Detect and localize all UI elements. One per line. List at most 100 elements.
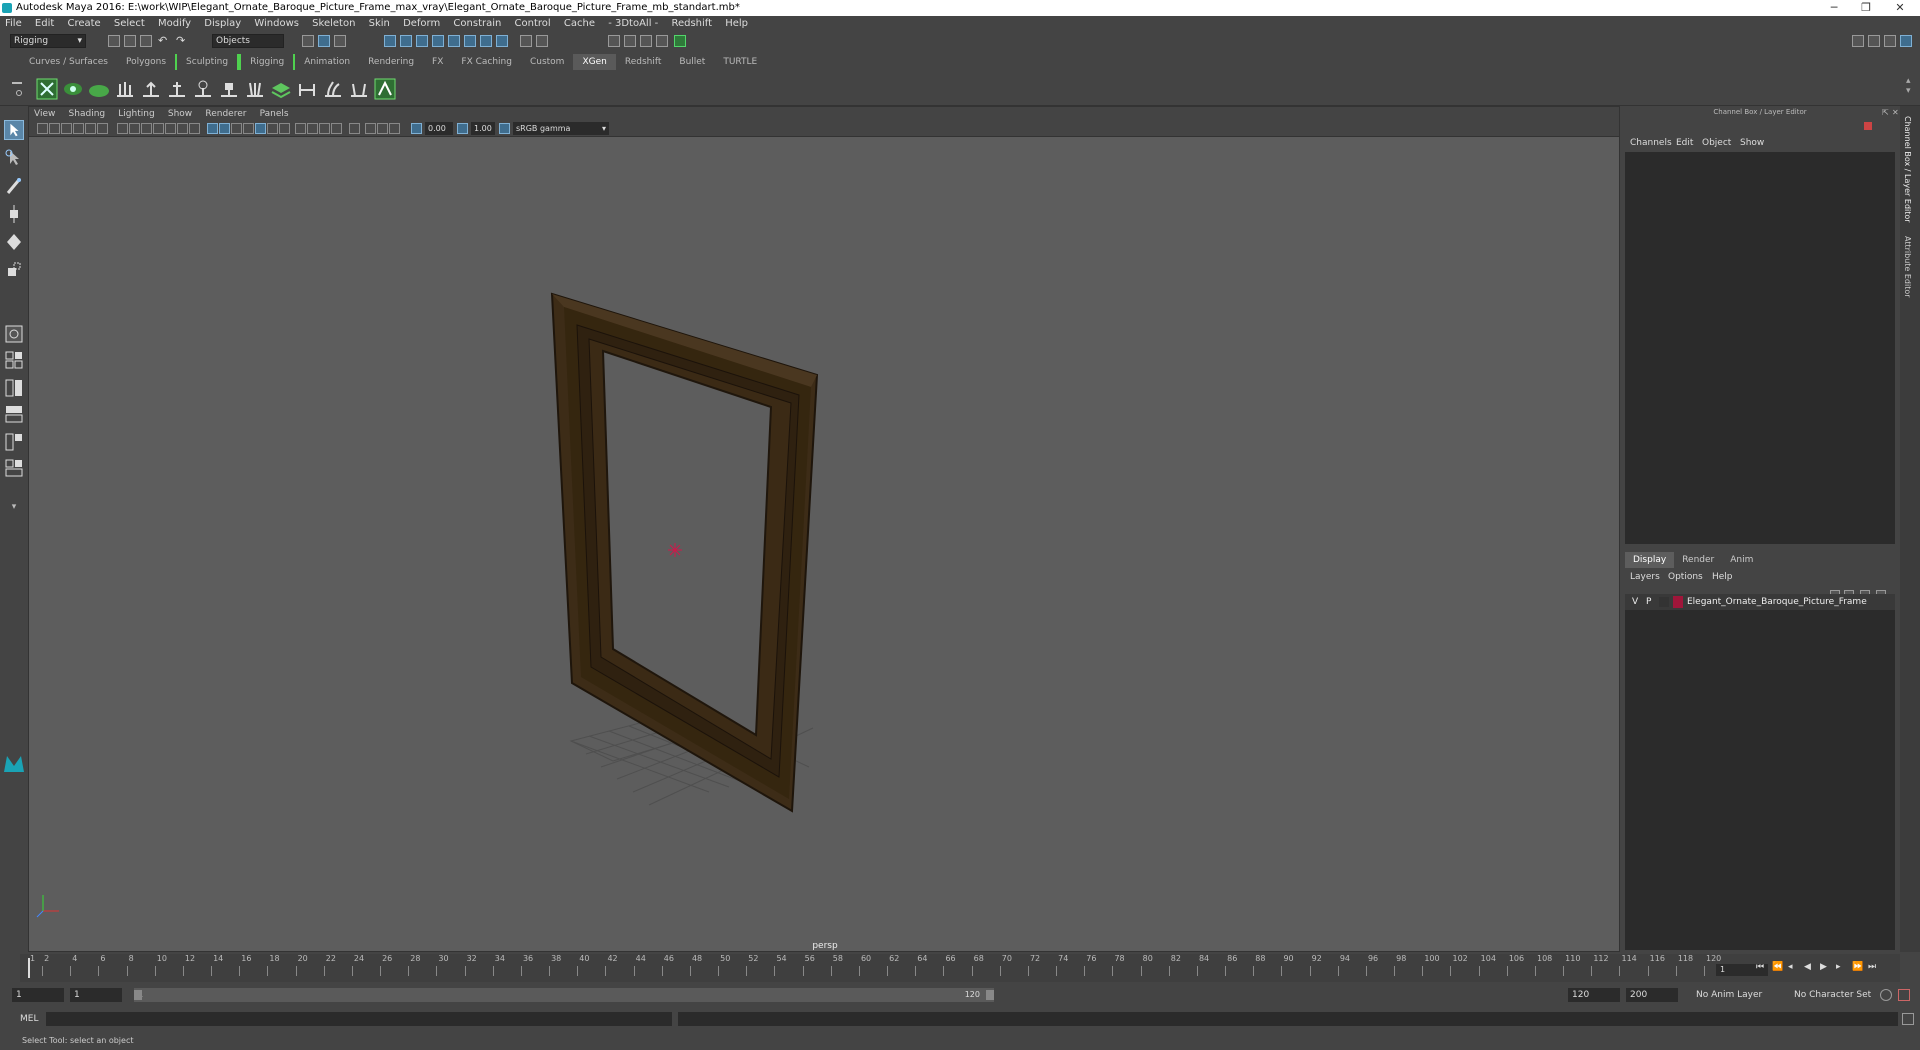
toolbox-more-icon[interactable]: ▾ — [7, 502, 21, 512]
menu-deform[interactable]: Deform — [398, 16, 445, 32]
color-management-icon[interactable] — [499, 123, 510, 134]
undo-icon[interactable]: ↶ — [158, 34, 167, 47]
help-menu[interactable]: Help — [1712, 572, 1733, 582]
step-back-frame-icon[interactable]: ◂ — [1788, 962, 1798, 972]
wireframe-icon[interactable] — [207, 123, 218, 134]
wireframe-on-shaded-icon[interactable] — [243, 123, 254, 134]
menu-skeleton[interactable]: Skeleton — [307, 16, 360, 32]
select-by-component-icon[interactable] — [334, 35, 346, 47]
key-icon[interactable] — [1864, 122, 1872, 130]
lasso-tool-icon[interactable] — [4, 148, 24, 168]
step-back-key-icon[interactable]: ⏪ — [1772, 962, 1783, 972]
menu-cache[interactable]: Cache — [559, 16, 600, 32]
layer-playback-toggle[interactable]: P — [1646, 594, 1651, 610]
menu-help[interactable]: Help — [720, 16, 753, 32]
close-panel-icon[interactable]: ✕ — [1892, 108, 1899, 117]
close-button[interactable]: ✕ — [1886, 0, 1914, 16]
scene-canvas[interactable] — [29, 137, 1620, 951]
time-slider[interactable]: 1 2 4 6 8 10 12 14 16 18 20 22 24 26 28 30 32 34 36 38 40 42 4… — [20, 954, 1900, 982]
isolate-select-icon[interactable] — [349, 123, 360, 134]
snap-grid-icon[interactable] — [384, 35, 396, 47]
side-tab-channel-box[interactable]: Channel Box / Layer Editor — [1903, 116, 1912, 223]
play-backwards-icon[interactable]: ◀ — [1804, 962, 1814, 972]
options-menu[interactable]: Options — [1668, 572, 1703, 582]
history-icon[interactable] — [536, 35, 548, 47]
resolution-gate-icon[interactable] — [141, 123, 152, 134]
shelf-tab-xgen[interactable]: XGen — [573, 54, 616, 70]
shelf-tab-rendering[interactable]: Rendering — [359, 54, 423, 70]
new-scene-icon[interactable] — [108, 35, 120, 47]
script-language-button[interactable]: MEL — [20, 1012, 38, 1026]
anim-layer-label[interactable]: No Anim Layer — [1696, 988, 1762, 1002]
timeline-ruler[interactable]: 1 2 4 6 8 10 12 14 16 18 20 22 24 26 28 30 32 34 36 38 40 42 4… — [20, 954, 1736, 982]
grease-pencil-icon[interactable] — [97, 123, 108, 134]
layer-visibility-toggle[interactable]: V — [1632, 594, 1638, 610]
xray-active-components-icon[interactable] — [377, 123, 388, 134]
select-by-object-icon[interactable] — [318, 35, 330, 47]
step-forward-key-icon[interactable]: ⏩ — [1852, 962, 1863, 972]
menu-control[interactable]: Control — [510, 16, 556, 32]
side-tab-attribute-editor[interactable]: Attribute Editor — [1903, 236, 1912, 298]
shelf-tab-redshift[interactable]: Redshift — [616, 54, 671, 70]
rotate-tool-icon[interactable] — [4, 232, 24, 252]
motion-blur-icon[interactable] — [307, 123, 318, 134]
go-to-end-icon[interactable]: ⏭ — [1868, 962, 1878, 972]
shelf-options-icon[interactable] — [16, 90, 22, 96]
viewport-menu-view[interactable]: View — [29, 107, 60, 121]
screen-space-ao-icon[interactable] — [295, 123, 306, 134]
xgen-guide-lock-icon[interactable] — [218, 78, 240, 100]
xgen-sculpt-guide-icon[interactable] — [192, 78, 214, 100]
safe-title-icon[interactable] — [189, 123, 200, 134]
ipr-render-icon[interactable] — [624, 35, 636, 47]
layer-row[interactable]: V P Elegant_Ornate_Baroque_Picture_Frame — [1625, 594, 1895, 610]
layer-display-type-toggle[interactable] — [1659, 597, 1669, 607]
selection-mode-dropdown[interactable]: Objects — [212, 34, 284, 48]
use-default-material-icon[interactable] — [231, 123, 242, 134]
view-transform-dropdown[interactable]: sRGB gamma ▾ — [513, 122, 609, 135]
menu-create[interactable]: Create — [62, 16, 105, 32]
go-to-start-icon[interactable]: ⏮ — [1756, 962, 1766, 972]
character-set-label[interactable]: No Character Set — [1794, 988, 1871, 1002]
snap-vertex-icon[interactable] — [496, 35, 508, 47]
playback-start-field[interactable]: 1 — [70, 988, 122, 1002]
menu-select[interactable]: Select — [109, 16, 150, 32]
menu-edit[interactable]: Edit — [30, 16, 59, 32]
snap-curve-icon[interactable] — [400, 35, 412, 47]
show-menu[interactable]: Show — [1740, 138, 1764, 148]
field-chart-icon[interactable] — [165, 123, 176, 134]
play-forwards-icon[interactable]: ▶ — [1820, 962, 1830, 972]
select-by-hierarchy-icon[interactable] — [302, 35, 314, 47]
shelf-tab-fx[interactable]: FX — [423, 54, 452, 70]
camera-attributes-icon[interactable] — [49, 123, 60, 134]
xgen-guides-to-descr-icon[interactable] — [348, 78, 370, 100]
minimize-button[interactable]: ─ — [1820, 0, 1848, 16]
playback-end-field[interactable]: 120 — [1568, 988, 1620, 1002]
menu-modify[interactable]: Modify — [153, 16, 196, 32]
restore-button[interactable]: ❐ — [1852, 0, 1880, 16]
playback-range-bar[interactable]: 1 120 — [134, 988, 994, 1002]
select-tool-icon[interactable] — [4, 120, 24, 140]
persp-graph-layout-icon[interactable] — [4, 404, 24, 424]
xgen-preview-icon[interactable] — [374, 78, 396, 100]
lock-icon[interactable] — [520, 35, 532, 47]
viewport-menu-lighting[interactable]: Lighting — [113, 107, 159, 121]
smooth-shade-icon[interactable] — [219, 123, 230, 134]
viewport-panel[interactable]: View Shading Lighting Show Renderer Pane… — [28, 106, 1620, 952]
current-time-marker[interactable] — [28, 958, 30, 978]
shelf-tab-polygons[interactable]: Polygons — [117, 54, 175, 70]
menu-display[interactable]: Display — [199, 16, 246, 32]
gamma-field[interactable]: 1.00 — [471, 122, 495, 135]
snap-grid-2-icon[interactable] — [480, 35, 492, 47]
render-settings-icon[interactable] — [640, 35, 652, 47]
xgen-create-description-icon[interactable] — [36, 78, 58, 100]
attribute-editor-toggle-icon[interactable] — [1884, 35, 1896, 47]
animation-end-field[interactable]: 200 — [1626, 988, 1678, 1002]
save-scene-icon[interactable] — [140, 35, 152, 47]
menu-redshift[interactable]: Redshift — [666, 16, 717, 32]
xgen-add-guide-icon[interactable] — [140, 78, 162, 100]
render-frame-icon[interactable] — [608, 35, 620, 47]
tab-render[interactable]: Render — [1674, 552, 1722, 568]
layer-color-swatch[interactable] — [1673, 596, 1683, 608]
viewport-menu-renderer[interactable]: Renderer — [200, 107, 251, 121]
menuset-dropdown[interactable]: Rigging ▾ — [10, 34, 86, 48]
